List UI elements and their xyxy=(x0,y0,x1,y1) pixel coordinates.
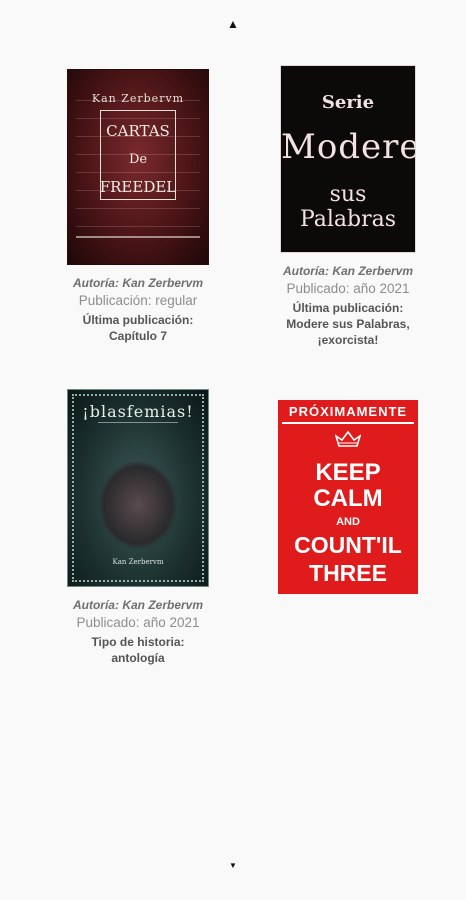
cover-title: ¡blasfemias! xyxy=(82,402,194,421)
crown-icon xyxy=(335,430,361,447)
book-publication: Publicado: año 2021 xyxy=(286,281,410,296)
book-last-value: Modere sus Palabras, ¡exorcista! xyxy=(286,317,410,347)
cover-serie: Serie xyxy=(321,92,375,113)
book-author: Autoría: Kan Zerbervm xyxy=(72,598,204,612)
cover-author: Kan Zerbervm xyxy=(91,92,185,105)
book-type-label: Tipo de historia: xyxy=(91,635,185,649)
book-cover[interactable]: PRÓXIMAMENTE KEEP CALM AND COUNT'IL THRE… xyxy=(278,400,418,594)
book-card[interactable]: PRÓXIMAMENTE KEEP CALM AND COUNT'IL THRE… xyxy=(258,400,438,594)
cover-three: THREE xyxy=(309,560,387,586)
cover-subtitle-line xyxy=(98,422,178,423)
book-last-label: Última publicación: xyxy=(82,313,194,327)
cover-divider xyxy=(282,422,414,424)
book-card[interactable]: ¡blasfemias! Kan Zerbervm Autoría: Kan Z… xyxy=(48,390,228,666)
cover-title-line: De xyxy=(128,152,148,167)
book-list-screen: ▲ Kan Zerbervm CARTAS De FREEDEL Autoría… xyxy=(0,0,466,900)
cover-title-line: sus Palabras xyxy=(299,182,397,232)
cover-calm: CALM xyxy=(313,485,383,512)
book-cover[interactable]: ¡blasfemias! Kan Zerbervm xyxy=(68,390,208,586)
cover-author: Kan Zerbervm xyxy=(112,558,164,566)
cover-and: AND xyxy=(336,516,360,528)
book-card[interactable]: Serie Modere sus Palabras Autoría: Kan Z… xyxy=(258,66,438,348)
book-publication: Publicación: regular xyxy=(78,293,198,308)
cover-title-line: FREEDEL xyxy=(99,178,177,196)
book-last-value: Capítulo 7 xyxy=(108,329,167,343)
cover-subtitle-line xyxy=(76,236,200,238)
cover-coming-soon: PRÓXIMAMENTE xyxy=(288,404,408,419)
cover-title-line: CARTAS xyxy=(106,122,170,140)
cover-texture xyxy=(76,208,200,209)
book-author: Autoría: Kan Zerbervm xyxy=(72,276,204,290)
cover-texture xyxy=(76,226,200,227)
cover-title-line: Modere xyxy=(281,127,415,167)
book-cover[interactable]: Serie Modere sus Palabras xyxy=(281,66,415,252)
scroll-down-icon[interactable]: ▼ xyxy=(0,862,466,870)
cover-keep: KEEP xyxy=(315,459,381,486)
book-author: Autoría: Kan Zerbervm xyxy=(282,264,414,278)
scroll-up-icon[interactable]: ▲ xyxy=(0,18,466,30)
cover-count: COUNT'IL xyxy=(294,532,402,558)
book-card[interactable]: Kan Zerbervm CARTAS De FREEDEL Autoría: … xyxy=(48,70,228,344)
book-cover[interactable]: Kan Zerbervm CARTAS De FREEDEL xyxy=(68,70,208,264)
cover-illustration xyxy=(98,460,178,550)
book-last-label: Última publicación: xyxy=(292,301,404,315)
book-type-value: antología xyxy=(111,651,165,665)
book-publication: Publicado: año 2021 xyxy=(76,615,200,630)
